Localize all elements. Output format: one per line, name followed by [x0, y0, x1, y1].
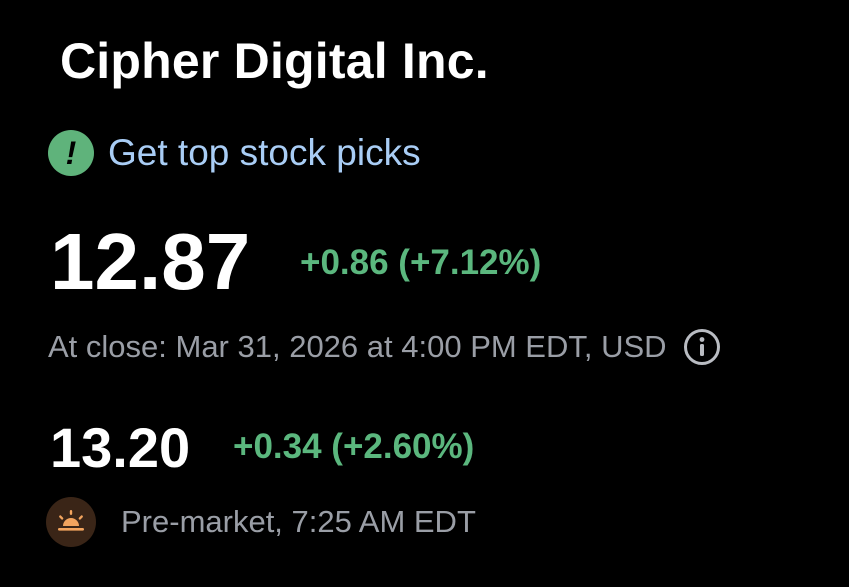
sunrise-icon [46, 497, 96, 547]
exclamation-badge-icon: ! [48, 130, 94, 176]
top-stock-picks-link[interactable]: ! Get top stock picks [48, 130, 421, 176]
company-name: Cipher Digital Inc. [60, 33, 489, 89]
info-icon[interactable] [683, 328, 721, 366]
close-timestamp: At close: Mar 31, 2026 at 4:00 PM EDT, U… [48, 329, 667, 364]
close-timestamp-row: At close: Mar 31, 2026 at 4:00 PM EDT, U… [48, 327, 721, 367]
top-stock-picks-label: Get top stock picks [108, 132, 421, 173]
premarket-price-change: +0.34 (+2.60%) [233, 427, 475, 466]
premarket-row: Pre-market, 7:25 AM EDT [46, 497, 476, 547]
close-price: 12.87 [50, 217, 251, 306]
premarket-price: 13.20 [50, 416, 191, 479]
close-price-change: +0.86 (+7.12%) [300, 243, 542, 282]
premarket-timestamp: Pre-market, 7:25 AM EDT [121, 504, 476, 539]
